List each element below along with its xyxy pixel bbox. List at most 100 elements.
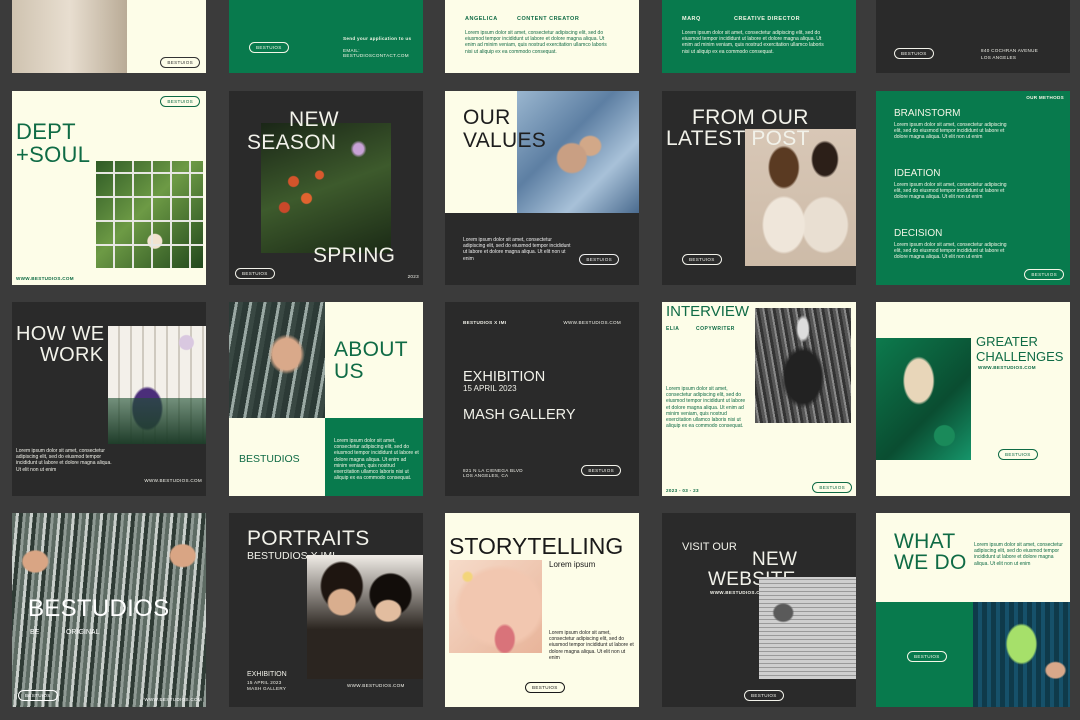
post-card-new-website[interactable]: VISIT OUR NEW WEBSITE WWW.BESTUDIOS.COM …	[662, 513, 856, 707]
post-card-methods[interactable]: OUR METHODS BRAINSTORM Lorem ipsum dolor…	[876, 91, 1070, 285]
bestuios-pill[interactable]: BESTUIOS	[1024, 269, 1064, 280]
post-card-bestudios[interactable]: BESTUDIOS BE ORIGINAL BESTUIOS WWW.BESTU…	[12, 513, 206, 707]
portrait-photo	[12, 0, 127, 73]
bestuios-pill[interactable]: BESTUIOS	[907, 651, 947, 662]
bestuios-pill[interactable]: BESTUIOS	[249, 42, 289, 53]
interview-body: Lorem ipsum dolor sit amet, consectetur …	[666, 386, 746, 430]
post-card-how-we-work[interactable]: HOW WE WORK Lorem ipsum dolor sit amet, …	[12, 302, 206, 496]
challenges-title-2: CHALLENGES	[976, 349, 1064, 364]
year-label: 2023	[407, 274, 419, 279]
sculpture-photo	[876, 338, 971, 460]
website-link[interactable]: WWW.BESTUDIOS.COM	[144, 697, 202, 702]
team-role: CREATIVE DIRECTOR	[734, 16, 801, 22]
exhibition-date: 15 APRIL 2023	[247, 680, 282, 685]
bestuios-pill[interactable]: BESTUIOS	[894, 48, 934, 59]
exhibition-date: 15 APRIL 2023	[463, 384, 517, 393]
face-mirror-photo	[229, 302, 325, 418]
post-card-our-values[interactable]: OUR VALUES Lorem ipsum dolor sit amet, c…	[445, 91, 639, 285]
website-link[interactable]: WWW.BESTUDIOS.COM	[978, 365, 1036, 370]
bestuios-pill[interactable]: BESTUIOS	[812, 482, 852, 493]
denim-photo	[517, 91, 639, 213]
what-we-do-body: Lorem ipsum dolor sit amet, consectetur …	[974, 542, 1063, 567]
post-card-portraits[interactable]: PORTRAITS BESTUDIOS X IMI EXHIBITION 15 …	[229, 513, 423, 707]
how-we-work-title-2: WORK	[40, 344, 104, 366]
post-card-what-we-do[interactable]: WHAT WE DO Lorem ipsum dolor sit amet, c…	[876, 513, 1070, 707]
new-label: NEW	[752, 549, 798, 570]
interviewee-role: COPYWRITER	[696, 326, 735, 332]
website-link[interactable]: WWW.BESTUDIOS.COM	[563, 320, 621, 325]
post-card-exhibition[interactable]: BESTUDIOS X IMI WWW.BESTUDIOS.COM EXHIBI…	[445, 302, 639, 496]
post-card-r1c3[interactable]: ANGELICA CONTENT CREATOR Lorem ipsum dol…	[445, 0, 639, 73]
post-card-r1c5[interactable]: BESTUIOS 840 COCHRAN AVENUE LOS ANGELES	[876, 0, 1070, 73]
collab-label: BESTUDIOS X IMI	[463, 320, 507, 325]
dept-title-line2: +SOUL	[16, 142, 91, 167]
water-gun-photo	[973, 602, 1070, 707]
bestuios-pill[interactable]: BESTUIOS	[581, 465, 621, 476]
post-card-storytelling[interactable]: STORYTELLING Lorem ipsum Lorem ipsum dol…	[445, 513, 639, 707]
spring-label: SPRING	[313, 244, 396, 267]
tagline-original: ORIGINAL	[66, 629, 100, 636]
bestuios-pill[interactable]: BESTUIOS	[998, 449, 1038, 460]
our-values-title-2: VALUES	[463, 129, 547, 152]
about-us-title-1: ABOUT	[334, 338, 408, 361]
team-role: CONTENT CREATOR	[517, 16, 580, 22]
method-body-1: Lorem ipsum dolor sit amet, consectetur …	[894, 122, 1007, 141]
bestuios-pill[interactable]: BESTUIOS	[744, 690, 784, 701]
post-card-dept-soul[interactable]: BESTUIOS DEPT +SOUL WWW.BESTUDIOS.COM	[12, 91, 206, 285]
apply-text: Send your application to us	[343, 36, 412, 41]
bestuios-pill[interactable]: BESTUIOS	[160, 96, 200, 107]
storytelling-subtitle: Lorem ipsum	[549, 560, 596, 569]
tagline-be: BE	[30, 629, 40, 636]
about-us-title-2: US	[334, 360, 364, 383]
bestuios-pill[interactable]: BESTUIOS	[18, 690, 58, 701]
desk-photo	[759, 577, 856, 679]
latest-post-title-1: FROM OUR	[692, 106, 809, 129]
email-text: EMAIL: BESTUDIOSCONTACT.COM	[343, 48, 409, 58]
method-body-3: Lorem ipsum dolor sit amet, consectetur …	[894, 242, 1007, 261]
dept-title-line1: DEPT	[16, 119, 76, 144]
storytelling-body: Lorem ipsum dolor sit amet, consectetur …	[549, 630, 634, 661]
address-line-2: LOS ANGELES	[981, 55, 1017, 60]
brand-title: BESTUDIOS	[28, 595, 170, 622]
bestuios-pill[interactable]: BESTUIOS	[579, 254, 619, 265]
face-closeup-photo	[449, 560, 542, 653]
interviewee-name: ELIA	[666, 326, 680, 332]
post-card-latest-post[interactable]: FROM OUR LATEST POST BESTUIOS	[662, 91, 856, 285]
post-card-interview[interactable]: INTERVIEW ELIA COPYWRITER Lorem ipsum do…	[662, 302, 856, 496]
methods-tag: OUR METHODS	[1026, 95, 1064, 100]
work-body: Lorem ipsum dolor sit amet, consectetur …	[16, 448, 112, 473]
what-we-do-title-1: WHAT	[894, 530, 956, 553]
exhibition-heading: EXHIBITION	[463, 369, 546, 385]
gallery-name: MASH GALLERY	[463, 407, 576, 423]
team-name: ANGELICA	[465, 16, 498, 22]
bestuios-pill[interactable]: BESTUIOS	[235, 268, 275, 279]
about-body: Lorem ipsum dolor sit amet, consectetur …	[334, 438, 419, 482]
website-link[interactable]: WWW.BESTUDIOS.COM	[144, 478, 202, 483]
latest-post-title-2: LATEST POST	[666, 127, 810, 150]
address-line-1: 840 COCHRAN AVENUE	[981, 48, 1039, 53]
method-heading-3: DECISION	[894, 228, 943, 239]
post-card-r1c1[interactable]: BESTUIOS	[12, 0, 206, 73]
what-we-do-title-2: WE DO	[894, 551, 967, 574]
post-card-r1c4[interactable]: MARQ CREATIVE DIRECTOR Lorem ipsum dolor…	[662, 0, 856, 73]
portraits-photo	[307, 555, 423, 679]
greenhouse-photo	[96, 161, 203, 268]
method-heading-2: IDEATION	[894, 168, 941, 179]
method-heading-1: BRAINSTORM	[894, 108, 961, 119]
post-card-new-season[interactable]: NEW SEASON SPRING BESTUIOS 2023	[229, 91, 423, 285]
website-link[interactable]: WWW.BESTUDIOS.COM	[16, 276, 74, 281]
exhibition-label: EXHIBITION	[247, 671, 287, 678]
bestuios-pill[interactable]: BESTUIOS	[682, 254, 722, 265]
how-we-work-title-1: HOW WE	[16, 323, 105, 345]
website-link[interactable]: WWW.BESTUDIOS.COM	[347, 683, 405, 688]
interview-date: 2023 - 03 - 23	[666, 488, 699, 493]
bio-text: Lorem ipsum dolor sit amet, consectetur …	[682, 30, 824, 55]
post-card-greater-challenges[interactable]: GREATER CHALLENGES WWW.BESTUDIOS.COM BES…	[876, 302, 1070, 496]
exhibition-gallery: MASH GALLERY	[247, 686, 287, 691]
bestuios-pill[interactable]: BESTUIOS	[160, 57, 200, 68]
post-card-r1c2[interactable]: BESTUIOS Send your application to us EMA…	[229, 0, 423, 73]
bestuios-pill[interactable]: BESTUIOS	[525, 682, 565, 693]
new-season-title-2: SEASON	[247, 131, 337, 154]
new-season-title-1: NEW	[289, 108, 339, 131]
post-card-about-us[interactable]: ABOUT US BESTUDIOS Lorem ipsum dolor sit…	[229, 302, 423, 496]
